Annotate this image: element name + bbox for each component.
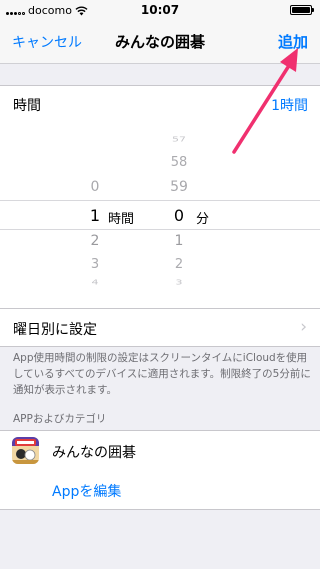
picker-hour-unit: 時間	[108, 212, 135, 227]
go-game-icon	[12, 437, 39, 464]
status-time: 10:07	[140, 3, 180, 17]
app-name: みんなの囲碁	[52, 445, 136, 461]
page-title: みんなの囲碁	[114, 33, 205, 51]
section-header: APPおよびカテゴリ	[13, 413, 107, 425]
weekday-settings-row[interactable]: 曜日別に設定 ›	[0, 308, 320, 346]
battery-icon	[290, 5, 314, 15]
picker-selection-band	[0, 200, 320, 230]
time-label: 時間	[13, 98, 41, 114]
nav-bar: キャンセル みんなの囲碁 追加	[0, 20, 320, 64]
time-value[interactable]: 1時間	[271, 95, 308, 115]
time-row[interactable]: 時間 1時間	[0, 86, 320, 122]
add-button[interactable]: 追加	[278, 31, 308, 52]
picker-minute-option[interactable]: 3	[162, 279, 196, 287]
divider	[0, 509, 320, 510]
picker-hour-option[interactable]: 0	[80, 179, 110, 195]
picker-hour-selected[interactable]: 1	[80, 206, 110, 225]
edit-apps-button[interactable]: Appを編集	[52, 481, 121, 501]
picker-minute-option[interactable]: 57	[162, 136, 196, 144]
footer-note: App使用時間の制限の設定はスクリーンタイムにiCloudを使用しているすべての…	[13, 352, 311, 396]
chevron-right-icon: ›	[300, 317, 307, 337]
picker-hour-option[interactable]: 4	[80, 279, 110, 287]
status-bar: docomo 10:07	[0, 0, 320, 20]
picker-minute-option[interactable]: 1	[162, 233, 196, 249]
app-icon	[12, 437, 39, 464]
picker-minute-selected[interactable]: 0	[162, 206, 196, 225]
picker-hour-option[interactable]: 2	[80, 233, 110, 249]
app-row: みんなの囲碁	[0, 431, 320, 471]
divider	[0, 346, 320, 347]
duration-picker[interactable]: 0 1 2 3 4 時間 57 58 59 0 1 2 3 分	[0, 122, 320, 308]
picker-minute-option[interactable]: 58	[162, 155, 196, 170]
picker-minute-option[interactable]: 59	[162, 179, 196, 195]
weekday-settings-label: 曜日別に設定	[13, 322, 97, 338]
picker-minute-option[interactable]: 2	[162, 257, 196, 272]
picker-minute-unit: 分	[196, 212, 210, 227]
picker-hour-option[interactable]: 3	[80, 257, 110, 272]
battery-fill	[292, 7, 310, 13]
edit-apps-row[interactable]: Appを編集	[0, 471, 320, 509]
